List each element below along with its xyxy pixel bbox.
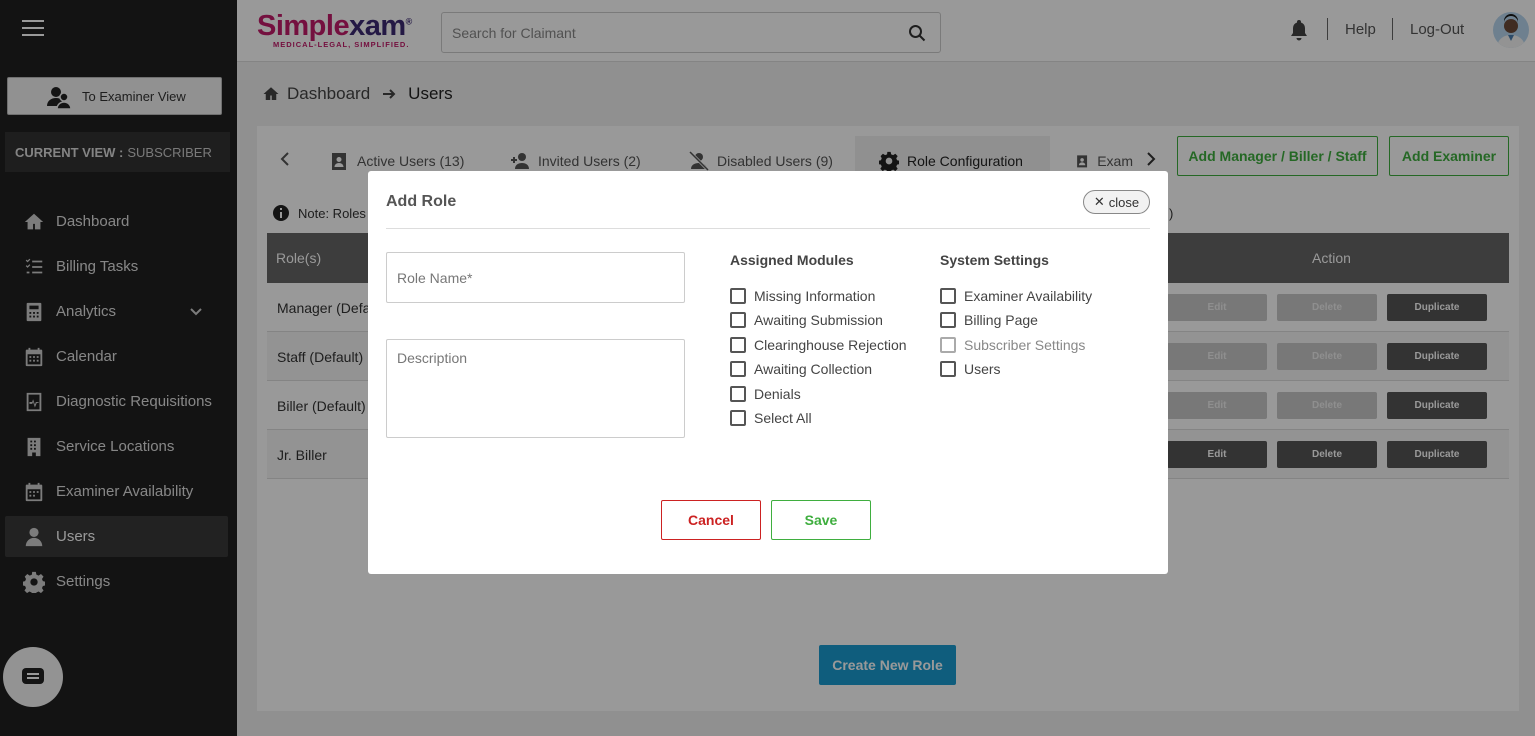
assigned-modules-title: Assigned Modules <box>730 252 854 268</box>
checkbox-examiner-availability[interactable]: Examiner Availability <box>940 288 1092 304</box>
checkbox-users[interactable]: Users <box>940 361 1001 377</box>
role-name-field <box>386 252 685 303</box>
checkbox-subscriber-settings: Subscriber Settings <box>940 337 1085 353</box>
checkbox-missing-information[interactable]: Missing Information <box>730 288 875 304</box>
checkbox[interactable] <box>940 312 956 328</box>
checkbox[interactable] <box>730 361 746 377</box>
checkbox-label: Examiner Availability <box>964 288 1093 304</box>
add-role-modal: Add Role ✕ close Assigned Modules Missin… <box>368 171 1168 574</box>
checkbox-label: Clearinghouse Rejection <box>754 337 907 353</box>
checkbox-clearinghouse-rejection[interactable]: Clearinghouse Rejection <box>730 337 907 353</box>
checkbox-awaiting-collection[interactable]: Awaiting Collection <box>730 361 872 377</box>
checkbox[interactable] <box>730 337 746 353</box>
cancel-button[interactable]: Cancel <box>661 500 761 540</box>
description-input[interactable] <box>387 340 684 437</box>
checkbox-label: Select All <box>754 410 812 426</box>
checkbox-billing-page[interactable]: Billing Page <box>940 312 1038 328</box>
checkbox-label: Awaiting Collection <box>754 361 873 377</box>
close-label: close <box>1108 194 1140 210</box>
checkbox[interactable] <box>730 386 746 402</box>
checkbox[interactable] <box>940 361 956 377</box>
checkbox[interactable] <box>940 288 956 304</box>
checkbox-label: Awaiting Submission <box>754 312 883 328</box>
checkbox-label: Billing Page <box>964 312 1038 328</box>
checkbox-select-all[interactable]: Select All <box>730 410 812 426</box>
checkbox-awaiting-submission[interactable]: Awaiting Submission <box>730 312 883 328</box>
checkbox-denials[interactable]: Denials <box>730 386 801 402</box>
checkbox-label: Denials <box>754 386 801 402</box>
role-name-input[interactable] <box>387 253 684 302</box>
checkbox[interactable] <box>730 312 746 328</box>
modal-divider <box>386 228 1150 229</box>
checkbox[interactable] <box>730 288 746 304</box>
checkbox[interactable] <box>730 410 746 426</box>
description-field <box>386 339 685 438</box>
checkbox-label: Users <box>964 361 1001 377</box>
checkbox-label: Missing Information <box>754 288 876 304</box>
checkbox-label: Subscriber Settings <box>964 337 1086 353</box>
modal-title: Add Role <box>386 193 457 210</box>
save-button[interactable]: Save <box>771 500 871 540</box>
close-icon: ✕ <box>1093 194 1105 209</box>
close-button[interactable]: ✕ close <box>1083 190 1150 214</box>
checkbox <box>940 337 956 353</box>
system-settings-title: System Settings <box>940 252 1049 268</box>
